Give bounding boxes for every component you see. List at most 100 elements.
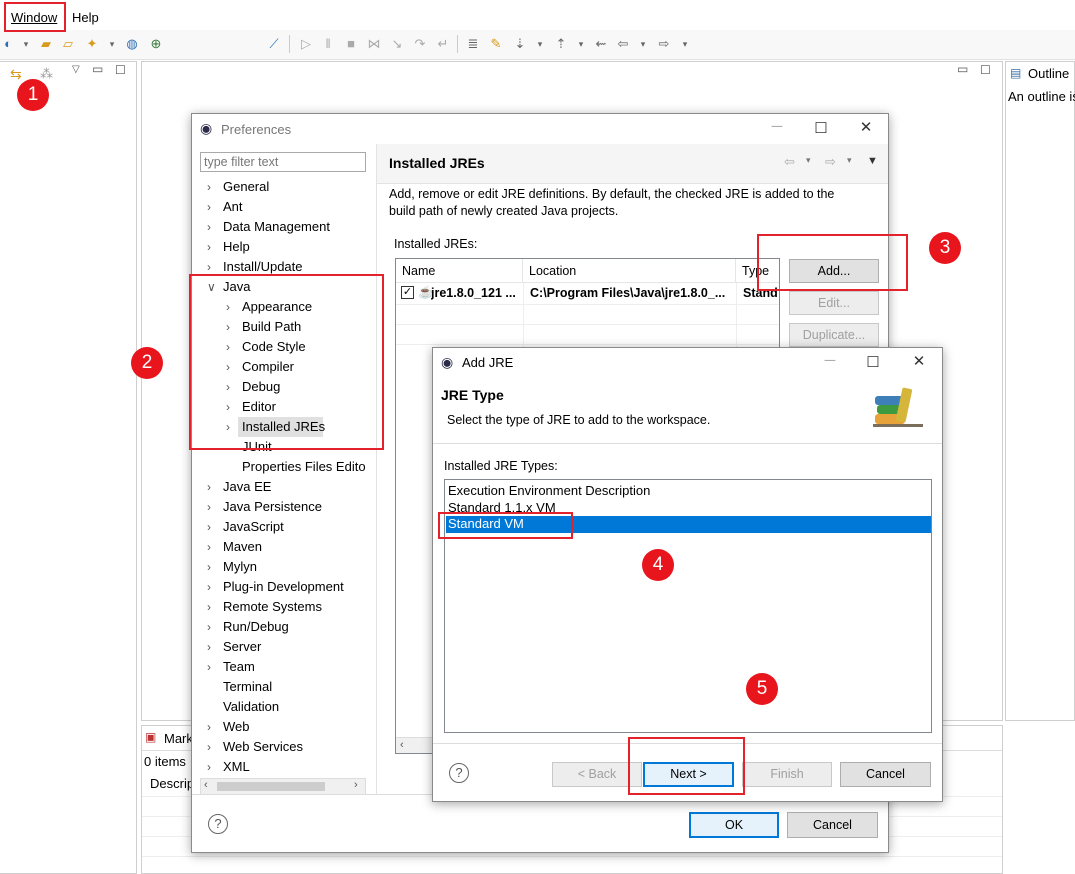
expand-chevron-icon[interactable]: › <box>207 640 211 654</box>
ok-button[interactable]: OK <box>689 812 779 838</box>
open-folder-icon[interactable]: ▰ <box>38 36 54 52</box>
tree-item[interactable]: Web Services <box>223 739 303 755</box>
prev-annotation-icon[interactable]: ⇡ <box>553 36 569 52</box>
scroll-left-icon[interactable]: ‹ <box>204 779 208 791</box>
page-menu-icon[interactable]: ▼ <box>867 155 878 167</box>
task-list-icon[interactable]: ≣ <box>465 36 481 52</box>
expand-chevron-icon[interactable]: › <box>207 180 211 194</box>
expand-chevron-icon[interactable]: › <box>207 580 211 594</box>
step-over-icon[interactable]: ↷ <box>412 36 428 52</box>
resume-icon[interactable]: ▷ <box>298 36 314 52</box>
tree-item[interactable]: Java Persistence <box>223 499 322 515</box>
back-icon[interactable]: ⇦ <box>615 36 631 52</box>
globe-icon[interactable]: ◍ <box>124 36 140 52</box>
markers-column-description[interactable]: Descrip <box>150 776 194 791</box>
help-icon[interactable]: ? <box>208 814 228 834</box>
expand-chevron-icon[interactable]: › <box>207 760 211 774</box>
tree-scrollbar[interactable]: ‹ › <box>200 778 366 795</box>
close-button[interactable]: ✕ <box>899 352 939 370</box>
scroll-left-icon[interactable]: ‹ <box>400 739 404 751</box>
wand-icon[interactable]: ✦ <box>84 36 100 52</box>
maximize-button[interactable]: ☐ <box>853 353 893 371</box>
minimize-button[interactable]: ─ <box>757 118 797 135</box>
terminate-icon[interactable]: ■ <box>343 36 359 52</box>
forward-nav-icon[interactable]: ⇨ <box>825 154 836 170</box>
tree-item[interactable]: Remote Systems <box>223 599 322 615</box>
dropdown-arrow-icon[interactable]: ▾ <box>18 36 34 52</box>
duplicate-button[interactable]: Duplicate... <box>789 323 879 347</box>
tree-item[interactable]: Terminal <box>223 679 272 695</box>
link-editor-icon[interactable]: ⇆ <box>10 66 22 83</box>
dropdown-arrow-icon[interactable]: ▾ <box>532 36 548 52</box>
tree-item[interactable]: Maven <box>223 539 262 555</box>
menu-help[interactable]: Help <box>72 10 99 25</box>
tree-item[interactable]: Server <box>223 639 261 655</box>
expand-chevron-icon[interactable]: › <box>207 740 211 754</box>
outline-tab[interactable]: Outline <box>1028 66 1069 81</box>
column-header-name[interactable]: Name <box>396 259 523 283</box>
expand-chevron-icon[interactable]: › <box>207 520 211 534</box>
help-icon[interactable]: ? <box>449 763 469 783</box>
expand-chevron-icon[interactable]: › <box>207 660 211 674</box>
expand-chevron-icon[interactable]: › <box>207 220 211 234</box>
suspend-icon[interactable]: ‖ <box>320 36 336 52</box>
tree-item[interactable]: General <box>223 179 269 195</box>
cancel-button[interactable]: Cancel <box>840 762 931 787</box>
dropdown-arrow-icon[interactable]: ▾ <box>677 36 693 52</box>
forward-icon[interactable]: ⇨ <box>656 36 672 52</box>
dropdown-arrow-icon[interactable]: ▾ <box>573 36 589 52</box>
tree-item[interactable]: Run/Debug <box>223 619 289 635</box>
expand-chevron-icon[interactable]: › <box>207 560 211 574</box>
expand-chevron-icon[interactable]: › <box>207 500 211 514</box>
expand-chevron-icon[interactable]: › <box>207 720 211 734</box>
tree-item[interactable]: Install/Update <box>223 259 303 275</box>
minimize-button[interactable]: ─ <box>810 352 850 369</box>
expand-chevron-icon[interactable]: › <box>207 240 211 254</box>
tree-item[interactable]: Java EE <box>223 479 271 495</box>
next-annotation-icon[interactable]: ⇣ <box>512 36 528 52</box>
annotation-icon[interactable]: ✎ <box>488 36 504 52</box>
step-return-icon[interactable]: ↵ <box>435 36 451 52</box>
skip-breakpoints-icon[interactable]: ⟋ <box>266 36 282 52</box>
dropdown-arrow-icon[interactable]: ▾ <box>847 155 852 166</box>
maximize-icon[interactable]: ☐ <box>115 63 126 77</box>
tree-item[interactable]: Validation <box>223 699 279 715</box>
dropdown-arrow-icon[interactable]: ▾ <box>806 155 811 166</box>
tree-item[interactable]: XML <box>223 759 250 775</box>
tree-item[interactable]: Help <box>223 239 250 255</box>
expand-chevron-icon[interactable]: › <box>207 540 211 554</box>
new-icon[interactable]: ◐ <box>0 36 16 52</box>
step-into-icon[interactable]: ↘ <box>389 36 405 52</box>
last-edit-icon[interactable]: ⇜ <box>593 36 609 52</box>
expand-chevron-icon[interactable]: › <box>207 260 211 274</box>
disconnect-icon[interactable]: ⋈ <box>366 36 382 52</box>
list-item[interactable]: Execution Environment Description <box>448 483 650 498</box>
dropdown-arrow-icon[interactable]: ▾ <box>104 36 120 52</box>
tree-item[interactable]: Data Management <box>223 219 330 235</box>
scrollbar-thumb[interactable] <box>217 782 325 791</box>
jre-checkbox[interactable]: ✓ <box>401 286 414 299</box>
open-type-icon[interactable]: ▱ <box>60 36 76 52</box>
expand-chevron-icon[interactable]: › <box>207 620 211 634</box>
collapse-icon[interactable]: ⁂ <box>40 66 53 82</box>
expand-chevron-icon[interactable]: › <box>207 480 211 494</box>
expand-chevron-icon[interactable]: › <box>207 600 211 614</box>
edit-button[interactable]: Edit... <box>789 291 879 315</box>
maximize-icon[interactable]: ☐ <box>980 63 991 77</box>
scroll-right-icon[interactable]: › <box>354 779 358 791</box>
cancel-button[interactable]: Cancel <box>787 812 878 838</box>
expand-chevron-icon[interactable]: › <box>207 200 211 214</box>
maximize-button[interactable]: ☐ <box>801 119 841 137</box>
tree-item[interactable]: Web <box>223 719 250 735</box>
tree-item[interactable]: JavaScript <box>223 519 284 535</box>
minimize-icon[interactable]: ▭ <box>957 62 968 76</box>
dropdown-arrow-icon[interactable]: ▾ <box>635 36 651 52</box>
tree-item[interactable]: Team <box>223 659 255 675</box>
minimize-icon[interactable]: ▭ <box>92 62 103 76</box>
back-nav-icon[interactable]: ⇦ <box>784 154 795 170</box>
tree-item[interactable]: Ant <box>223 199 243 215</box>
table-row[interactable]: ✓ ☕ jre1.8.0_121 ... C:\Program Files\Ja… <box>396 283 779 304</box>
close-button[interactable]: ✕ <box>846 118 886 136</box>
tree-item[interactable]: Properties Files Edito <box>242 459 366 475</box>
markers-tab[interactable]: Mark <box>164 731 193 746</box>
